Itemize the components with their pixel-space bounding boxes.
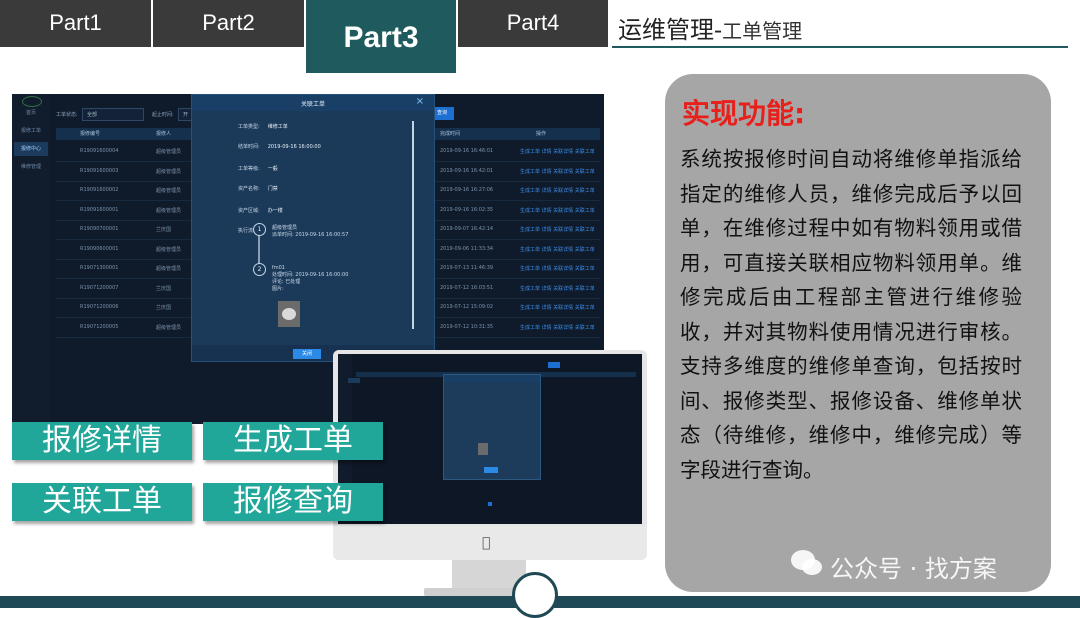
link-order-modal: 关联工单 × 工单类型: 维修工单 结单时间: 2019-09-16 16:00:0… [191, 94, 435, 362]
step-dot-1: 1 [253, 223, 266, 236]
cell-time: 2019-09-06 11:33:34 [440, 245, 494, 252]
modal-field-level: 工单等级: 一般 [238, 166, 278, 172]
cell-time: 2019-07-12 15:09:02 [440, 304, 494, 310]
repair-photo-thumbnail[interactable] [278, 301, 300, 327]
monitor-screen [338, 354, 642, 524]
cell-id: R19071200005 [80, 323, 119, 330]
column-header-person: 报修人 [156, 131, 172, 137]
tab-part2[interactable]: Part2 [153, 0, 304, 47]
cell-person: 超级管理员 [156, 246, 182, 253]
page-title: 运维管理-工单管理 [618, 10, 802, 45]
feature-repair-detail: 报修详情 [12, 422, 192, 460]
modal-close-button[interactable]: 关闭 [293, 349, 321, 359]
mini-modal [443, 374, 541, 480]
app-sidebar: 首页 报修工单 报修中心 维修管理 [12, 94, 50, 424]
modal-scrollbar[interactable] [412, 121, 414, 329]
mini-sidebar-active [348, 378, 360, 383]
cell-time: 2019-09-16 16:02:35 [440, 206, 494, 213]
mini-query-button [548, 362, 560, 368]
tab-part4[interactable]: Part4 [458, 0, 608, 47]
cell-actions[interactable]: 生成工单 详情 关联详情 关联工单 [520, 168, 595, 175]
cell-time: 2019-09-07 16:42:14 [440, 226, 494, 232]
modal-field-asset: 资产名称: 门禁 [238, 186, 278, 192]
cell-actions[interactable]: 生成工单 详情 关联详情 关联工单 [520, 226, 595, 233]
tab-part1[interactable]: Part1 [0, 0, 151, 47]
title-underline [612, 46, 1068, 48]
cell-id: R19071300001 [80, 265, 119, 271]
cell-person: 兰庆国 [156, 285, 172, 292]
cell-actions[interactable]: 生成工单 详情 关联详情 关联工单 [520, 324, 595, 331]
column-header-actions: 操作 [536, 131, 547, 137]
modal-field-close-time: 结单时间: 2019-09-16 16:00:00 [238, 144, 321, 150]
cell-id: R19090700001 [80, 226, 119, 232]
time-filter-label: 起止时间: [152, 112, 174, 118]
watermark-text: 公众号 · 找方案 [830, 555, 997, 583]
cell-actions[interactable]: 生成工单 详情 关联详情 关联工单 [520, 207, 595, 214]
cell-person: 兰庆国 [156, 305, 172, 311]
feature-generate-order: 生成工单 [203, 422, 383, 460]
cell-person: 超级管理员 [156, 266, 182, 272]
step-1-text: 超级管理员 派单时间: 2019-09-16 16:00:57 [272, 225, 349, 238]
part-tabs: Part1 Part2 Part3 Part4 [0, 0, 610, 73]
sidebar-item-maintenance[interactable]: 维修管理 [14, 160, 48, 174]
cell-person: 超级管理员 [156, 149, 182, 155]
cell-person: 兰庆国 [156, 227, 172, 233]
cell-time: 2019-07-12 10:31:35 [440, 323, 494, 330]
cell-id: R19091600003 [80, 167, 119, 174]
cell-id: R19091600002 [80, 187, 119, 193]
cell-id: R19091600004 [80, 148, 119, 154]
sidebar-item-home[interactable]: 首页 [14, 106, 48, 120]
page-title-main: 运维管理- [618, 16, 723, 44]
cell-actions[interactable]: 生成工单 详情 关联详情 关联工单 [520, 285, 595, 292]
tab-part3[interactable]: Part3 [306, 0, 456, 73]
modal-field-type: 工单类型: 维修工单 [238, 124, 288, 130]
feature-repair-query: 报修查询 [203, 483, 383, 521]
step-2-text: fm01 处理时间: 2019-09-16 16:00:00 评论: 已处理 图片: [272, 265, 349, 292]
cell-time: 2019-09-16 16:27:06 [440, 187, 494, 193]
page-title-sub: 工单管理 [722, 19, 803, 43]
wechat-icon [791, 550, 822, 575]
cell-actions[interactable]: 生成工单 详情 关联详情 关联工单 [520, 187, 595, 194]
bottom-circle-decoration [512, 572, 558, 618]
column-header-id: 报修编号 [80, 131, 101, 137]
cell-person: 超级管理员 [156, 188, 182, 194]
feature-link-order: 关联工单 [12, 483, 192, 521]
modal-field-area: 资产区域: 办一楼 [238, 208, 283, 214]
cell-id: R19090600001 [80, 245, 119, 252]
panel-body: 系统按报修时间自动将维修单指派给指定的维修人员，维修完成后予以回单，在维修过程中… [680, 147, 1022, 482]
cell-actions[interactable]: 生成工单 详情 关联详情 关联工单 [520, 246, 595, 253]
sidebar-item-repair-order[interactable]: 报修工单 [14, 124, 48, 138]
column-header-time: 完成时间 [440, 131, 461, 137]
cell-person: 超级管理员 [156, 207, 182, 214]
panel-title: 实现功能: [682, 97, 806, 130]
sidebar-item-repair-center[interactable]: 报修中心 [14, 142, 48, 156]
close-icon[interactable]: × [416, 96, 424, 107]
cell-actions[interactable]: 生成工单 详情 关联详情 关联工单 [520, 265, 595, 272]
mini-pagination [488, 502, 492, 506]
apple-logo-icon:  [482, 535, 490, 551]
modal-title: 关联工单 [300, 101, 325, 108]
cell-person: 超级管理员 [156, 168, 182, 175]
cell-actions[interactable]: 生成工单 详情 关联详情 关联工单 [520, 304, 595, 311]
cell-time: 2019-07-12 16:03:51 [440, 284, 494, 291]
cell-person: 超级管理员 [156, 324, 182, 331]
cell-id: R19071200007 [80, 284, 119, 291]
step-dot-2: 2 [253, 263, 266, 276]
cell-time: 2019-09-16 16:42:01 [440, 167, 494, 174]
cell-actions[interactable]: 生成工单 详情 关联详情 关联工单 [520, 148, 595, 155]
modal-header: 关联工单 × [192, 95, 434, 111]
cell-id: R19071200006 [80, 304, 119, 310]
cell-id: R19091600001 [80, 206, 119, 213]
status-filter-label: 工单状态: [56, 112, 78, 118]
cell-time: 2019-07-13 11:46:39 [440, 265, 494, 271]
cell-time: 2019-09-16 16:46:01 [440, 148, 494, 154]
status-filter-select[interactable]: 全部 [82, 108, 144, 121]
